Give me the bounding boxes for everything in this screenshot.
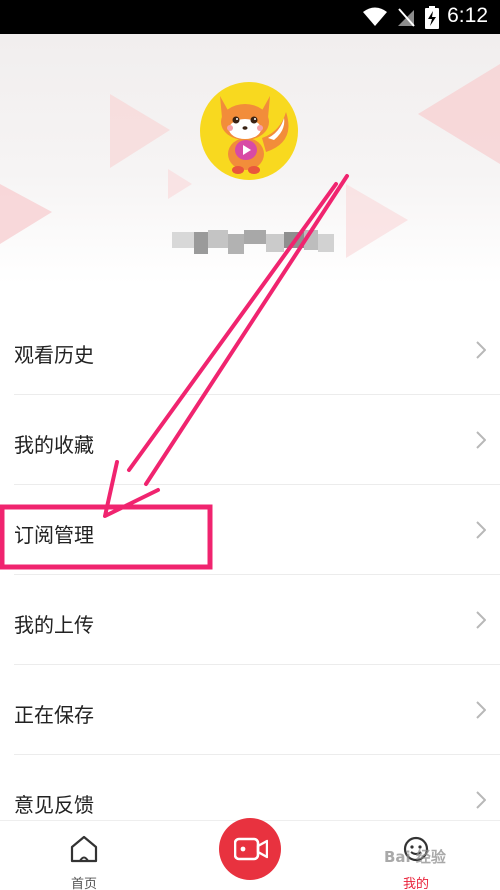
menu-item-watch-history[interactable]: 观看历史: [0, 305, 500, 395]
tab-home[interactable]: 首页: [34, 821, 134, 890]
tab-mine-label: 我的: [402, 877, 429, 890]
record-button[interactable]: [219, 818, 281, 880]
menu-item-my-uploads[interactable]: 我的上传: [0, 575, 500, 665]
chevron-right-icon: [476, 611, 487, 633]
status-bar: 6:12: [0, 0, 500, 34]
menu-item-label: 观看历史: [14, 343, 94, 367]
pixel-block: [304, 230, 318, 250]
pixel-block: [194, 232, 208, 254]
menu-item-label: 我的上传: [14, 613, 94, 637]
pixel-block: [318, 234, 334, 252]
pixel-block: [208, 230, 228, 248]
pixel-block: [228, 234, 244, 254]
chevron-right-icon: [476, 431, 487, 453]
clock: 6:12: [447, 4, 488, 27]
chevron-right-icon: [476, 341, 487, 363]
pixel-block: [284, 232, 304, 248]
menu-item-label: 我的收藏: [14, 433, 94, 457]
chevron-right-icon: [476, 521, 487, 543]
menu-list: 观看历史 我的收藏 订阅管理 我的上传 正在保存 意见反馈: [0, 305, 500, 845]
menu-item-label: 意见反馈: [14, 793, 94, 817]
pixel-block: [172, 232, 194, 248]
tab-home-label: 首页: [70, 877, 97, 890]
menu-item-label: 正在保存: [14, 703, 94, 727]
menu-item-label: 订阅管理: [14, 523, 94, 547]
no-sim-icon: [396, 6, 416, 32]
menu-item-favorites[interactable]: 我的收藏: [0, 395, 500, 485]
wifi-icon: [362, 6, 388, 32]
pixel-block: [266, 234, 284, 252]
chevron-right-icon: [476, 701, 487, 723]
menu-item-subscriptions[interactable]: 订阅管理: [0, 485, 500, 575]
username-pixelated: [168, 226, 336, 258]
pixel-block: [244, 230, 266, 244]
video-camera-icon: [233, 837, 269, 865]
watermark: Bai 经验: [384, 848, 446, 866]
chevron-right-icon: [476, 791, 487, 813]
home-icon: [69, 835, 99, 867]
menu-item-saving[interactable]: 正在保存: [0, 665, 500, 755]
avatar[interactable]: [200, 82, 298, 180]
battery-charging-icon: [424, 6, 440, 34]
fox-mascot-icon: [220, 96, 289, 174]
